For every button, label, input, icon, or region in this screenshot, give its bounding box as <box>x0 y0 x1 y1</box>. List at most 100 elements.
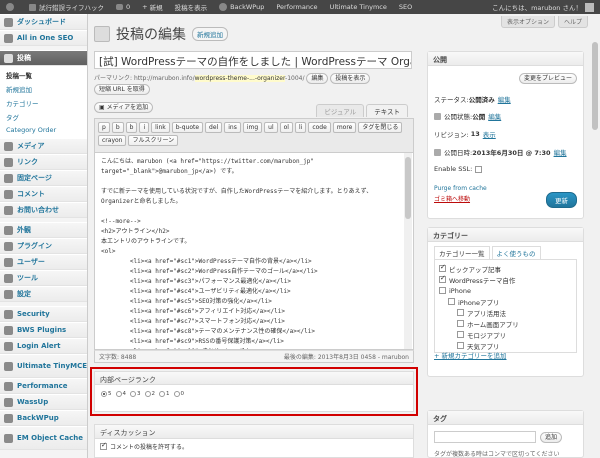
category-item[interactable]: アプリ活用法 <box>435 307 576 318</box>
site-name-link[interactable]: 試行錯誤ライフハック <box>23 0 110 14</box>
radio-icon[interactable] <box>159 391 165 397</box>
category-item[interactable]: モロジアプリ <box>435 329 576 340</box>
qt-i-button[interactable]: i <box>139 122 150 133</box>
checkbox-icon[interactable] <box>439 274 446 283</box>
ssl-checkbox[interactable] <box>475 165 483 173</box>
checkbox-icon[interactable] <box>439 263 446 272</box>
submenu-categories[interactable]: カテゴリー <box>0 96 87 110</box>
radio-icon[interactable] <box>101 391 107 397</box>
menu-media[interactable]: メディア <box>0 138 87 154</box>
menu-bws[interactable]: BWS Plugins <box>0 322 87 338</box>
category-item[interactable]: WordPressテーマ自作 <box>435 274 576 285</box>
qt-b2-button[interactable]: b <box>125 122 138 133</box>
menu-settings[interactable]: 設定 <box>0 286 87 302</box>
allow-comments-row[interactable]: コメントの投稿を許可する。 <box>95 439 413 454</box>
preview-changes-button[interactable]: 変更をプレビュー <box>518 73 577 84</box>
comments-link[interactable]: 0 <box>110 0 136 14</box>
publish-title[interactable]: 公開 <box>428 52 583 66</box>
pagerank-option-0[interactable]: 0 <box>173 391 184 397</box>
menu-backwpup[interactable]: BackWPup <box>0 410 87 426</box>
menu-security[interactable]: Security <box>0 306 87 322</box>
help-button[interactable]: ヘルプ <box>557 16 588 28</box>
qt-li-button[interactable]: li <box>294 122 307 133</box>
qt-p-button[interactable]: p <box>98 122 110 133</box>
tab-text[interactable]: テキスト <box>366 104 408 117</box>
add-tag-button[interactable]: 追加 <box>540 432 563 443</box>
pagerank-option-5[interactable]: 5 <box>101 391 112 397</box>
checkbox-icon[interactable] <box>439 287 446 294</box>
menu-links[interactable]: リンク <box>0 154 87 170</box>
permalink-slug[interactable]: wordpress-theme-...-organizer <box>194 75 286 82</box>
purge-cache-link[interactable]: Purge from cache <box>434 185 487 192</box>
qt-close-tags-button[interactable]: タグを閉じる <box>358 122 403 133</box>
post-title-input[interactable]: [試] WordPressテーマの自作をしました | WordPressテーマ … <box>94 51 412 69</box>
add-media-button[interactable]: ▣ メディアを追加 <box>94 102 154 113</box>
screen-options-button[interactable]: 表示オプション <box>500 16 555 28</box>
menu-posts[interactable]: 投稿 <box>0 50 87 66</box>
qt-ol-button[interactable]: ol <box>279 122 293 133</box>
menu-appearance[interactable]: 外観 <box>0 222 87 238</box>
menu-login-alert[interactable]: Login Alert <box>0 338 87 354</box>
menu-em-object-cache[interactable]: EM Object Cache <box>0 426 87 450</box>
edit-permalink-button[interactable]: 編集 <box>306 73 329 84</box>
move-to-trash-link[interactable]: ゴミ箱へ移動 <box>434 194 470 203</box>
edit-status-link[interactable]: 編集 <box>498 94 511 104</box>
account-menu[interactable]: こんにちは、marubon さん！ <box>486 0 600 14</box>
qt-link-button[interactable]: link <box>151 122 170 133</box>
menu-users[interactable]: ユーザー <box>0 254 87 270</box>
radio-icon[interactable] <box>115 391 122 397</box>
menu-dashboard[interactable]: ダッシュボード <box>0 14 87 30</box>
submenu-add-new[interactable]: 新規追加 <box>0 82 87 96</box>
qt-fullscreen-button[interactable]: フルスクリーン <box>128 135 179 146</box>
update-button[interactable]: 更新 <box>546 192 577 208</box>
qt-ins-button[interactable]: ins <box>224 122 241 133</box>
pagerank-option-4[interactable]: 4 <box>115 391 126 397</box>
editor-scrollbar-thumb[interactable] <box>405 157 411 219</box>
qt-bquote-button[interactable]: b-quote <box>171 122 204 133</box>
backwpup-link[interactable]: BackWPup <box>213 0 270 14</box>
edit-visibility-link[interactable]: 編集 <box>488 111 501 121</box>
qt-crayon-button[interactable]: crayon <box>98 135 127 146</box>
menu-wassup[interactable]: WassUp <box>0 394 87 410</box>
qt-del-button[interactable]: del <box>205 122 223 133</box>
category-item[interactable]: ホーム画面アプリ <box>435 318 576 329</box>
menu-plugins[interactable]: プラグイン <box>0 238 87 254</box>
new-tag-input[interactable] <box>434 431 536 443</box>
tags-title[interactable]: タグ <box>428 411 583 425</box>
qt-more-button[interactable]: more <box>332 122 357 133</box>
seo-link[interactable]: SEO <box>393 0 418 14</box>
wp-logo[interactable] <box>0 0 23 14</box>
tinymce-link[interactable]: Ultimate Tinymce <box>324 0 393 14</box>
radio-icon[interactable] <box>130 391 136 397</box>
menu-contact[interactable]: お問い合わせ <box>0 202 87 218</box>
qt-b-button[interactable]: b <box>111 122 124 133</box>
view-revisions-link[interactable]: 表示 <box>483 129 496 139</box>
pagerank-title[interactable]: 内部ページランク <box>95 372 413 385</box>
checkbox-icon[interactable] <box>457 331 464 338</box>
submenu-all-posts[interactable]: 投稿一覧 <box>0 68 87 82</box>
menu-aioseo[interactable]: All in One SEO <box>0 30 87 46</box>
menu-performance[interactable]: Performance <box>0 378 87 394</box>
checkbox-icon[interactable] <box>457 320 464 327</box>
menu-ultimate-tinymce[interactable]: Ultimate TinyMCE <box>0 354 87 378</box>
checkbox-icon[interactable] <box>100 441 107 450</box>
performance-link[interactable]: Performance <box>270 0 323 14</box>
pagerank-option-3[interactable]: 3 <box>130 391 141 397</box>
radio-icon[interactable] <box>173 391 180 397</box>
get-shortlink-button[interactable]: 短縮 URL を取得 <box>94 84 150 95</box>
category-item[interactable]: ピックアップ記事 <box>435 263 576 274</box>
tab-visual[interactable]: ビジュアル <box>316 104 365 117</box>
view-post-button[interactable]: 投稿を表示 <box>330 73 371 84</box>
radio-icon[interactable] <box>144 391 151 397</box>
discussion-title[interactable]: ディスカッション <box>95 425 413 439</box>
tab-all-categories[interactable]: カテゴリー一覧 <box>434 246 490 259</box>
page-scrollbar[interactable] <box>590 14 600 458</box>
category-item[interactable]: iPhone <box>435 285 576 296</box>
add-new-button[interactable]: 新規追加 <box>192 27 228 41</box>
tab-most-used[interactable]: よく使うもの <box>491 246 541 259</box>
qt-code-button[interactable]: code <box>308 122 331 133</box>
page-scrollbar-thumb[interactable] <box>592 42 598 130</box>
checkbox-icon[interactable] <box>457 342 464 349</box>
menu-pages[interactable]: 固定ページ <box>0 170 87 186</box>
checkbox-icon[interactable] <box>457 309 464 316</box>
